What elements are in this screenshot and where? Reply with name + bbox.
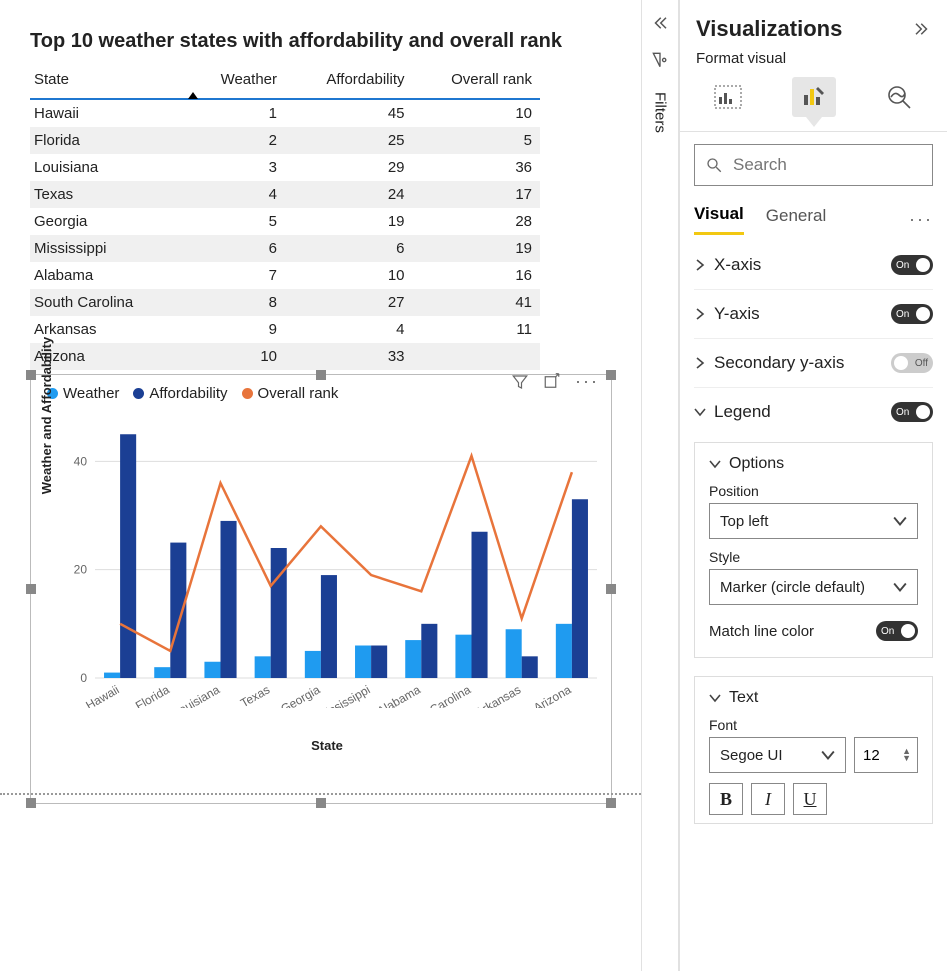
resize-handle[interactable] (316, 798, 326, 808)
tab-general[interactable]: General (766, 206, 826, 234)
pane-subtitle: Format visual (680, 50, 947, 67)
font-size-input[interactable]: ▲▼ (854, 737, 918, 773)
table-row[interactable]: South Carolina82741 (30, 289, 540, 316)
resize-handle[interactable] (606, 370, 616, 380)
chart-visual[interactable]: ··· WeatherAffordabilityOverall rank Wea… (30, 374, 612, 804)
report-title: Top 10 weather states with affordability… (30, 30, 631, 53)
table-row[interactable]: Hawaii14510 (30, 99, 540, 127)
style-select[interactable]: Marker (circle default) (709, 569, 918, 605)
collapse-pane-icon[interactable] (913, 20, 931, 38)
svg-text:Florida: Florida (133, 682, 172, 708)
toggle-secondary-y-axis[interactable]: Off (891, 353, 933, 373)
svg-text:Louisiana: Louisiana (171, 682, 223, 708)
tabs-more-icon[interactable]: ··· (909, 209, 933, 230)
table-row[interactable]: Mississippi6619 (30, 235, 540, 262)
table-row[interactable]: Arizona1033 (30, 343, 540, 370)
bold-button[interactable]: B (709, 783, 743, 815)
chart-canvas: 0 20 40 Hawaii FloridaLouisiana TexasGeorgiaM… (47, 408, 607, 708)
focus-mode-icon[interactable] (543, 373, 561, 391)
position-label: Position (709, 483, 918, 499)
pane-title: Visualizations (696, 16, 842, 42)
chevron-down-icon (893, 580, 907, 594)
font-family-select[interactable]: Segoe UI (709, 737, 846, 773)
column-header[interactable]: State (30, 65, 158, 99)
table-row[interactable]: Arkansas9411 (30, 316, 540, 343)
card-secondary-y-axis[interactable]: Secondary y-axis Off (694, 338, 933, 387)
svg-text:Alabama: Alabama (375, 682, 423, 708)
svg-text:Mississippi: Mississippi (315, 682, 372, 708)
filters-label[interactable]: Filters (652, 92, 669, 133)
card-legend[interactable]: Legend On (694, 387, 933, 436)
svg-text:Texas: Texas (238, 682, 272, 708)
toggle-x-axis[interactable]: On (891, 255, 933, 275)
legend-item[interactable]: Overall rank (242, 385, 339, 402)
legend-options-card: Options Position Top left Style Marker (… (694, 442, 933, 658)
search-box[interactable] (694, 144, 933, 186)
visualizations-pane: Visualizations Format visual Vi (679, 0, 947, 971)
format-visual-icon[interactable] (792, 77, 836, 117)
toggle-y-axis[interactable]: On (891, 304, 933, 324)
tab-visual[interactable]: Visual (694, 204, 744, 235)
search-input[interactable] (731, 154, 947, 176)
chevron-down-icon (893, 514, 907, 528)
data-table: StateWeatherAffordabilityOverall rank Ha… (30, 65, 540, 370)
column-header[interactable]: Affordability (285, 65, 413, 99)
card-label: Legend (714, 402, 771, 422)
resize-handle[interactable] (606, 798, 616, 808)
build-visual-icon[interactable] (706, 77, 750, 117)
analytics-icon[interactable] (877, 77, 921, 117)
underline-button[interactable]: U (793, 783, 827, 815)
card-y-axis[interactable]: Y-axis On (694, 289, 933, 338)
legend-item[interactable]: Affordability (133, 385, 227, 402)
svg-text:Arizona: Arizona (531, 682, 574, 708)
svg-text:20: 20 (74, 563, 88, 577)
collapsed-rail: Filters (641, 0, 679, 971)
svg-text:Georgia: Georgia (278, 682, 322, 708)
resize-handle[interactable] (26, 370, 36, 380)
match-line-color-label: Match line color (709, 623, 814, 640)
expand-panel-icon[interactable] (651, 14, 669, 32)
x-axis-title: State (47, 738, 607, 753)
column-header[interactable]: Overall rank (413, 65, 541, 99)
table-row[interactable]: Florida2255 (30, 127, 540, 154)
position-select[interactable]: Top left (709, 503, 918, 539)
card-x-axis[interactable]: X-axis On (694, 241, 933, 289)
card-label: Y-axis (714, 304, 760, 324)
style-label: Style (709, 549, 918, 565)
svg-text:Arkansas: Arkansas (473, 682, 523, 708)
resize-handle[interactable] (316, 370, 326, 380)
resize-handle[interactable] (606, 584, 616, 594)
options-header[interactable]: Options (709, 455, 918, 473)
filter-icon[interactable] (511, 373, 529, 391)
font-label: Font (709, 717, 918, 733)
card-label: Secondary y-axis (714, 353, 844, 373)
italic-button[interactable]: I (751, 783, 785, 815)
svg-text:0: 0 (80, 671, 87, 685)
step-down-icon[interactable]: ▼ (902, 755, 911, 762)
svg-text:Hawaii: Hawaii (83, 682, 121, 708)
legend-item[interactable]: Weather (47, 385, 119, 402)
table-row[interactable]: Louisiana32936 (30, 154, 540, 181)
filters-pane-icon[interactable] (650, 50, 670, 70)
toggle-legend[interactable]: On (891, 402, 933, 422)
column-header[interactable]: Weather (158, 65, 286, 99)
svg-text:40: 40 (74, 454, 88, 468)
table-row[interactable]: Texas42417 (30, 181, 540, 208)
toggle-match-line-color[interactable]: On (876, 621, 918, 641)
card-label: X-axis (714, 255, 761, 275)
text-header[interactable]: Text (709, 689, 918, 707)
resize-handle[interactable] (26, 798, 36, 808)
table-row[interactable]: Alabama71016 (30, 262, 540, 289)
resize-handle[interactable] (26, 584, 36, 594)
y-axis-title: Weather and Affordability (39, 337, 54, 494)
chevron-down-icon (821, 748, 835, 762)
table-row[interactable]: Georgia51928 (30, 208, 540, 235)
more-options-icon[interactable]: ··· (575, 371, 599, 392)
search-icon (705, 156, 723, 174)
legend-text-card: Text Font Segoe UI ▲▼ B I U (694, 676, 933, 824)
